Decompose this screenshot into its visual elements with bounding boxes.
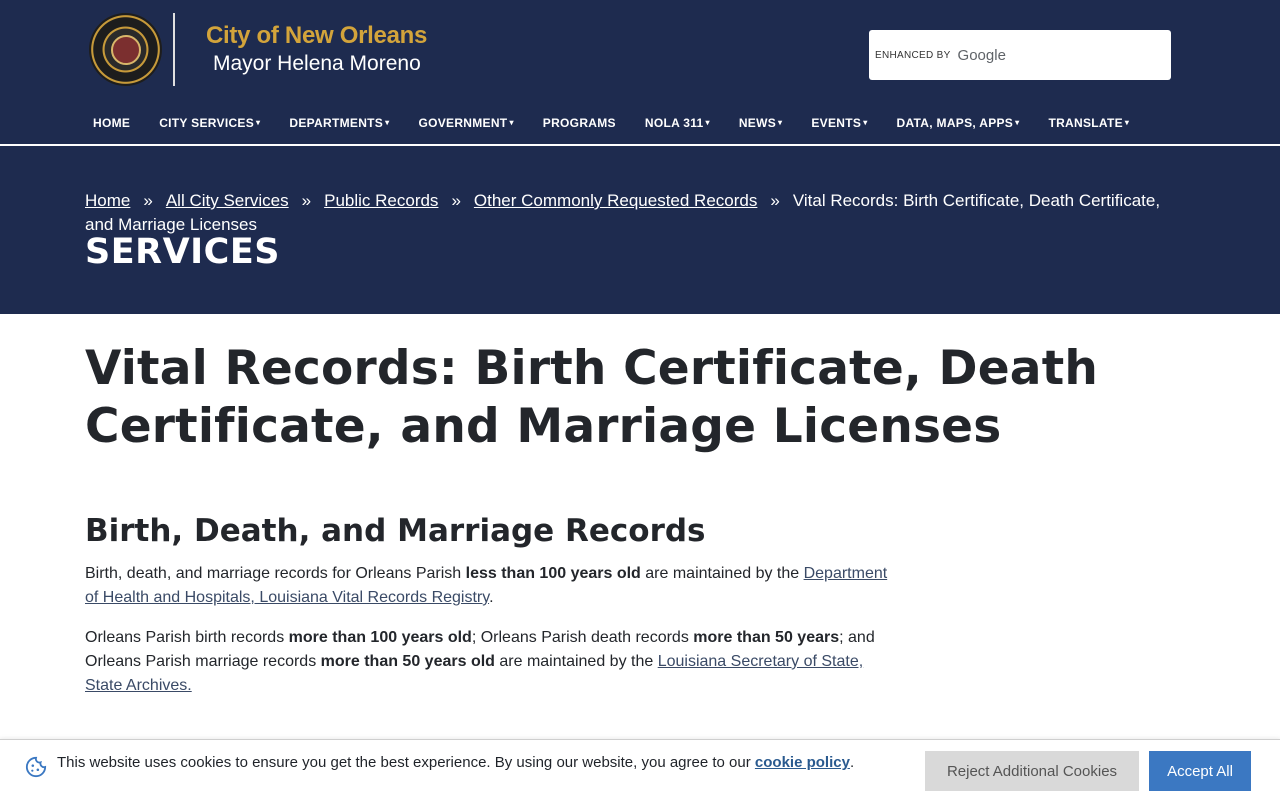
site-subtitle: Mayor Helena Moreno xyxy=(213,52,421,75)
nav-item-city-services[interactable]: CITY SERVICES ▾ xyxy=(159,116,260,130)
nav-item-programs[interactable]: PROGRAMS xyxy=(543,116,616,130)
cookie-banner: This website uses cookies to ensure you … xyxy=(0,739,1280,800)
header-divider xyxy=(173,13,175,86)
site-title[interactable]: City of New Orleans xyxy=(206,22,427,50)
nav-item-nola-311[interactable]: NOLA 311 ▾ xyxy=(645,116,710,130)
caret-down-icon: ▾ xyxy=(1015,118,1020,127)
breadcrumb-link-other-records[interactable]: Other Commonly Requested Records xyxy=(474,191,757,210)
breadcrumb: Home » All City Services » Public Records » Ot… xyxy=(85,189,1165,237)
caret-down-icon: ▾ xyxy=(385,118,390,127)
caret-down-icon: ▾ xyxy=(509,118,514,127)
reject-cookies-button[interactable]: Reject Additional Cookies xyxy=(925,751,1139,791)
google-logo: Google xyxy=(957,46,1006,64)
nav-item-home[interactable]: HOME xyxy=(93,116,130,130)
breadcrumb-separator: » xyxy=(451,191,461,210)
breadcrumb-link-all-city-services[interactable]: All City Services xyxy=(166,191,289,210)
section-heading: Birth, Death, and Marriage Records xyxy=(85,513,706,549)
accept-all-button[interactable]: Accept All xyxy=(1149,751,1251,791)
nav-item-news[interactable]: NEWS ▾ xyxy=(739,116,783,130)
nav-item-events[interactable]: EVENTS ▾ xyxy=(811,116,867,130)
main-nav: HOME CITY SERVICES ▾ DEPARTMENTS ▾ GOVERNM… xyxy=(93,116,1158,130)
caret-down-icon: ▾ xyxy=(256,118,261,127)
section-label: SERVICES xyxy=(85,232,280,272)
page-title: Vital Records: Birth Certificate, Death … xyxy=(85,341,1099,454)
breadcrumb-separator: » xyxy=(770,191,780,210)
caret-down-icon: ▾ xyxy=(1124,118,1130,127)
city-seal-logo[interactable] xyxy=(89,13,162,86)
breadcrumb-separator: » xyxy=(143,191,153,210)
records-paragraph-1: Birth, death, and marriage records for O… xyxy=(85,565,888,606)
breadcrumb-link-public-records[interactable]: Public Records xyxy=(324,191,438,210)
cookie-message: This website uses cookies to ensure you … xyxy=(57,754,855,771)
breadcrumb-separator: » xyxy=(301,191,312,210)
site-header: City of New Orleans Mayor Helena Moreno … xyxy=(0,0,1280,145)
nav-item-data-maps-apps[interactable]: DATA, MAPS, APPS ▾ xyxy=(897,116,1020,130)
breadcrumb-link-home[interactable]: Home xyxy=(85,191,130,210)
caret-down-icon: ▾ xyxy=(778,118,783,127)
search-enhanced-label: ENHANCED BY xyxy=(875,49,951,61)
cookie-policy-link[interactable]: cookie policy xyxy=(755,754,850,771)
page-hero: Home » All City Services » Public Records » Ot… xyxy=(0,146,1280,314)
caret-down-icon: ▾ xyxy=(705,118,710,127)
records-paragraph-2: Orleans Parish birth records more than 1… xyxy=(85,629,875,694)
nav-item-translate[interactable]: TRANSLATE ▾ xyxy=(1048,116,1129,130)
nav-item-departments[interactable]: DEPARTMENTS ▾ xyxy=(289,116,389,130)
caret-down-icon: ▾ xyxy=(863,118,868,127)
nav-item-government[interactable]: GOVERNMENT ▾ xyxy=(418,116,513,130)
cookie-icon xyxy=(25,756,47,778)
search-input[interactable]: ENHANCED BY Google xyxy=(869,30,1171,80)
